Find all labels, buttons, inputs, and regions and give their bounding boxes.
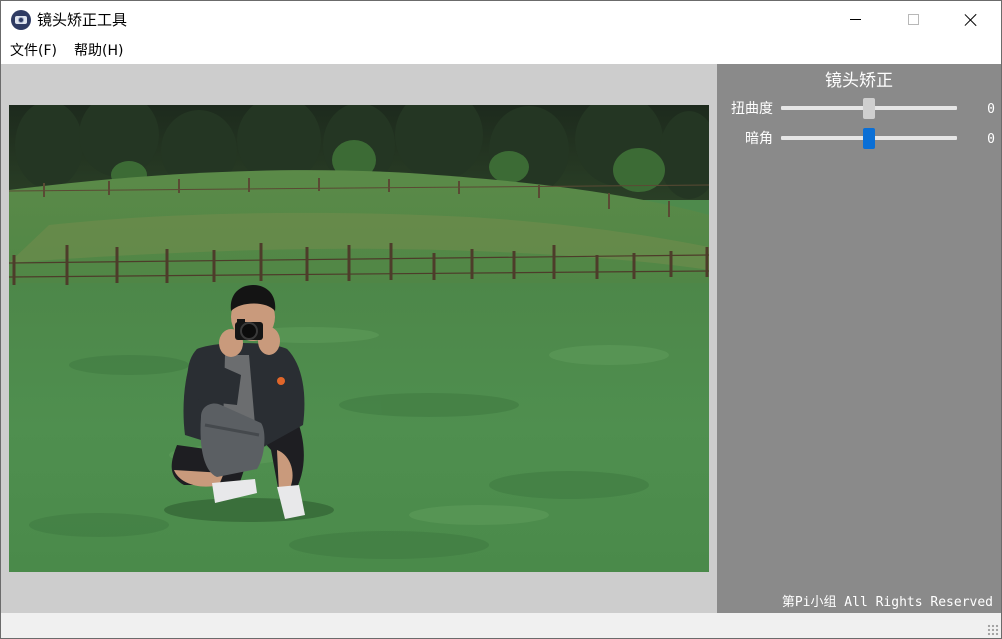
title-bar[interactable]: 镜头矫正工具 [1, 1, 1001, 38]
distortion-label: 扭曲度 [731, 101, 773, 117]
resize-grip-icon[interactable] [987, 624, 999, 636]
vignette-slider[interactable] [781, 128, 957, 149]
preview-photo [9, 105, 709, 572]
menu-bar: 文件(F) 帮助(H) [1, 38, 1001, 64]
minimize-icon [849, 19, 861, 20]
minimize-button[interactable] [826, 1, 884, 38]
correction-panel: 镜头矫正 扭曲度 0 暗角 0 第Pi小组 All Rights Reserve… [717, 64, 1001, 613]
camera-lens-app-icon [11, 10, 31, 30]
status-bar [1, 613, 1001, 638]
vignette-value: 0 [987, 132, 995, 147]
window-title: 镜头矫正工具 [37, 11, 128, 29]
maximize-icon [907, 14, 919, 25]
distortion-value: 0 [987, 102, 995, 117]
close-button[interactable] [942, 1, 1000, 38]
maximize-button[interactable] [884, 1, 942, 38]
close-icon [964, 13, 978, 27]
app-window: 镜头矫正工具 文件(F) 帮助(H) 镜头矫正 扭曲度 0 暗角 0 第Pi小组… [0, 0, 1002, 639]
vignette-slider-thumb[interactable] [863, 128, 875, 149]
vignette-label: 暗角 [745, 131, 773, 147]
panel-title: 镜头矫正 [825, 71, 893, 91]
copyright-text: 第Pi小组 All Rights Reserved [781, 595, 993, 610]
menu-file[interactable]: 文件(F) [10, 42, 57, 60]
image-preview-area [1, 64, 717, 613]
distortion-slider[interactable] [781, 98, 957, 119]
distortion-slider-thumb[interactable] [863, 98, 875, 119]
menu-help[interactable]: 帮助(H) [74, 42, 123, 60]
